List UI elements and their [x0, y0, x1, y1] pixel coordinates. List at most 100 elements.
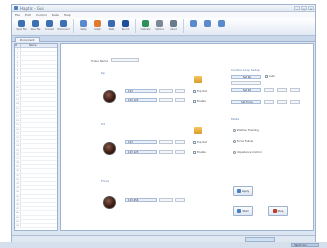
kd-spin-2[interactable] [277, 88, 287, 92]
mode-position-radio[interactable]: Position Tracking [233, 129, 259, 132]
kd-unit-field[interactable] [159, 140, 173, 144]
set-kd-button[interactable]: Set Kd [231, 88, 261, 92]
kp-topout-checkbox[interactable]: Top Out [193, 90, 207, 93]
menu-file[interactable]: File [15, 13, 20, 17]
checkbox-box [193, 90, 196, 93]
kd-range-field[interactable]: 123 123 [125, 150, 157, 154]
kp-extra-field[interactable] [175, 89, 185, 93]
mode-title: Mode [231, 117, 240, 121]
kp-range-extra[interactable] [175, 98, 185, 102]
toolbar-options-button[interactable]: Options [153, 18, 166, 34]
toolbar-label: Disconnect [57, 28, 70, 31]
force-extra-field[interactable] [175, 198, 185, 202]
start-button[interactable]: Start [233, 206, 253, 216]
menu-edit[interactable]: Edit [25, 13, 31, 17]
toolbar-about-button[interactable]: About [167, 18, 180, 34]
kd-knob[interactable] [103, 142, 116, 155]
force-spin-3[interactable] [290, 100, 300, 104]
mode-impedance-radio[interactable]: Impedance Control [233, 151, 262, 154]
set-kp-button[interactable]: Set Kp [231, 75, 261, 79]
list-item-value [21, 56, 57, 59]
kp-range-unit[interactable] [159, 98, 173, 102]
close-button[interactable]: × [308, 6, 314, 11]
toolbar-connect-button[interactable]: Connect [43, 18, 56, 34]
toolbar-label: Options [155, 28, 164, 31]
toolbar: Open File Save File Connect Disconnect S… [12, 18, 315, 36]
stats-icon [108, 20, 115, 27]
kp-setpoint-field[interactable] [231, 81, 261, 85]
list-item-value [21, 203, 57, 206]
apply-button[interactable]: Apply [233, 186, 253, 196]
auto-checkbox[interactable]: Auto [265, 75, 275, 78]
window-controls: – □ × [294, 6, 314, 11]
button-label: Start [242, 209, 249, 213]
toolbar-record-button[interactable]: Record [119, 18, 132, 34]
kp-unit-field[interactable] [159, 89, 173, 93]
list-item-value [21, 82, 57, 85]
kp-value-field[interactable]: 123 [125, 89, 157, 93]
menu-control[interactable]: Control [36, 13, 47, 17]
kp-enable-checkbox[interactable]: Enable [193, 100, 206, 103]
toolbar-refresh-button[interactable] [215, 18, 228, 34]
kd-range-unit[interactable] [159, 150, 173, 154]
stop-button[interactable]: Stop [268, 206, 288, 216]
list-item-value [21, 73, 57, 76]
mode-force-radio[interactable]: Force Follow [233, 140, 253, 143]
list-item-value [21, 119, 57, 122]
list-item-value [21, 77, 57, 80]
toolbar-open-button[interactable]: Open File [15, 18, 28, 34]
toolbar-back-button[interactable] [187, 18, 200, 34]
kp-range-field[interactable]: 123 123 [125, 98, 157, 102]
tab-document[interactable]: Document [15, 37, 40, 42]
radio-label: Force Follow [237, 140, 253, 143]
toolbar-stats-button[interactable]: Stats [105, 18, 118, 34]
list-item-value [21, 216, 57, 219]
toolbar-disconnect-button[interactable]: Disconnect [57, 18, 70, 34]
list-item-value [21, 48, 57, 51]
probe-name-input[interactable] [111, 58, 139, 62]
force-value-field[interactable]: 123.456 [125, 198, 157, 202]
toolbar-forward-button[interactable] [201, 18, 214, 34]
folder-icon[interactable] [194, 127, 202, 134]
toolbar-label: Graph [94, 28, 101, 31]
set-force-button[interactable]: Set Force [231, 100, 261, 104]
toolbar-setup-button[interactable]: Setup [77, 18, 90, 34]
kd-enable-checkbox[interactable]: Enable [193, 151, 206, 154]
list-item-value [21, 220, 57, 223]
toolbar-calibrate-button[interactable]: Calibrate [139, 18, 152, 34]
app-icon [14, 6, 18, 10]
maximize-button[interactable]: □ [301, 6, 307, 11]
force-knob[interactable] [103, 196, 116, 209]
open-icon [18, 20, 25, 27]
toolbar-separator [183, 19, 184, 33]
list-header-name[interactable]: Name [21, 44, 36, 47]
refresh-icon [218, 20, 225, 27]
kd-range-extra[interactable] [175, 150, 185, 154]
list-item-value [21, 190, 57, 193]
app-window: Haptic - Gui – □ × File Edit Control Dat… [11, 4, 316, 244]
taskbar-app-button[interactable]: Haptic Gui [291, 243, 319, 247]
menu-data[interactable]: Data [52, 13, 59, 17]
probe-name-label: Probe Name [91, 59, 109, 63]
kd-topout-checkbox[interactable]: Top Out [193, 141, 207, 144]
folder-icon[interactable] [194, 76, 202, 83]
save-icon [32, 20, 39, 27]
list-item-value [21, 128, 57, 131]
toolbar-graph-button[interactable]: Graph [91, 18, 104, 34]
force-spin-1[interactable] [264, 100, 274, 104]
kd-spin-3[interactable] [290, 88, 300, 92]
list-item-value [21, 169, 57, 172]
menu-help[interactable]: Help [64, 13, 71, 17]
kp-knob[interactable] [103, 90, 116, 103]
force-spin-2[interactable] [277, 100, 287, 104]
minimize-button[interactable]: – [294, 6, 300, 11]
kd-extra-field[interactable] [175, 140, 185, 144]
radio-label: Impedance Control [237, 151, 262, 154]
kd-spin-1[interactable] [264, 88, 274, 92]
toolbar-save-button[interactable]: Save File [29, 18, 42, 34]
loop-setup-title: Control Loop Setup [231, 68, 260, 72]
force-unit-field[interactable] [159, 198, 173, 202]
list-item[interactable]: 43 [15, 223, 57, 229]
kd-value-field[interactable]: 123 [125, 140, 157, 144]
start-icon [237, 209, 242, 213]
